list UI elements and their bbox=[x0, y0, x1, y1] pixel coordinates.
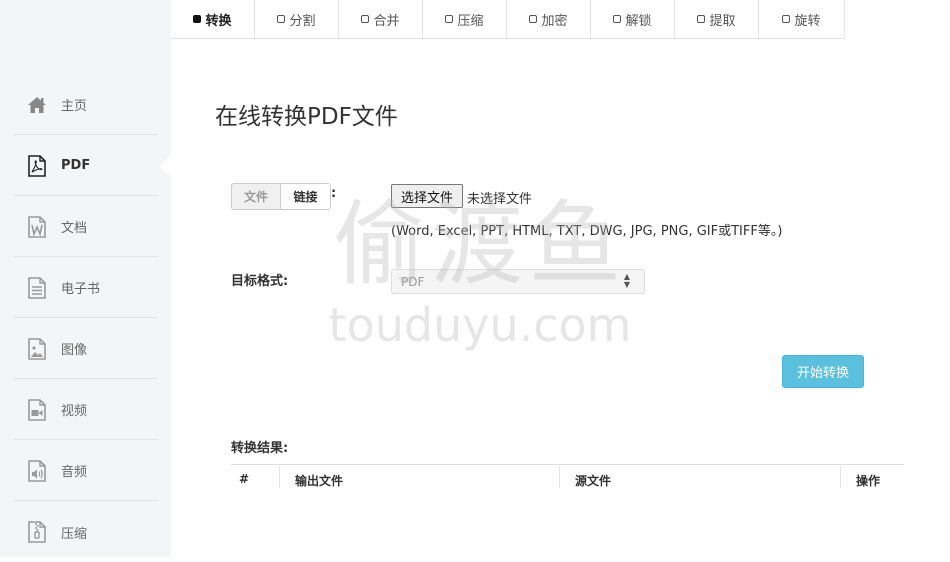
checkbox-square-icon bbox=[613, 15, 622, 23]
sidebar-item-label: 电子书 bbox=[61, 282, 101, 297]
checkbox-square-icon bbox=[529, 15, 538, 23]
choose-file-button[interactable]: 选择文件 bbox=[391, 184, 463, 208]
video-file-icon bbox=[27, 398, 47, 421]
target-format-value: PDF bbox=[401, 275, 425, 289]
checkbox-square-icon bbox=[445, 15, 454, 23]
source-file-toggle[interactable]: 文件 bbox=[232, 184, 281, 209]
table-header-output: 输出文件 bbox=[295, 474, 344, 488]
sidebar-item-label: 音频 bbox=[61, 465, 88, 480]
tool-tabs: 转换 分割 合并 压缩 加密 解锁 提取 旋转 bbox=[171, 0, 845, 39]
audio-file-icon bbox=[27, 459, 47, 482]
checkbox-square-icon bbox=[697, 15, 706, 23]
checkbox-square-icon bbox=[361, 15, 370, 23]
watermark-en: touduyu.com bbox=[328, 298, 632, 352]
table-column-divider bbox=[559, 466, 560, 488]
result-label: 转换结果: bbox=[231, 441, 289, 456]
supported-formats-hint: (Word, Excel, PPT, HTML, TXT, DWG, JPG, … bbox=[391, 224, 783, 239]
sidebar-item-label: 文档 bbox=[61, 221, 88, 236]
sidebar-item-home[interactable]: 主页 bbox=[13, 75, 158, 135]
tab-rotate[interactable]: 旋转 bbox=[759, 0, 845, 38]
tab-merge[interactable]: 合并 bbox=[339, 0, 423, 38]
target-format-label: 目标格式: bbox=[231, 274, 289, 289]
tab-extract[interactable]: 提取 bbox=[675, 0, 759, 38]
source-link-toggle[interactable]: 链接 bbox=[281, 184, 330, 209]
sidebar-item-image[interactable]: 图像 bbox=[13, 319, 158, 379]
updown-arrows-icon: ▲ ▼ bbox=[623, 272, 630, 289]
source-colon: : bbox=[331, 186, 337, 201]
table-header-source: 源文件 bbox=[575, 474, 612, 488]
checkbox-square-icon bbox=[277, 15, 286, 23]
home-icon bbox=[27, 94, 47, 116]
file-status-text: 未选择文件 bbox=[467, 192, 533, 207]
sidebar-item-label: 压缩 bbox=[61, 526, 88, 542]
tab-unlock[interactable]: 解锁 bbox=[591, 0, 675, 38]
sidebar-item-label: 主页 bbox=[61, 99, 88, 114]
sidebar-item-label: 图像 bbox=[61, 343, 88, 358]
sidebar-item-compress[interactable]: 压缩 bbox=[13, 502, 158, 562]
sidebar-item-video[interactable]: 视频 bbox=[13, 380, 158, 440]
table-column-divider bbox=[279, 466, 280, 488]
tab-compress[interactable]: 压缩 bbox=[423, 0, 507, 38]
sidebar: 主页 PDF 文档 电子书 图像 视频 音频 压缩 bbox=[0, 0, 171, 557]
start-convert-button[interactable]: 开始转换 bbox=[782, 355, 864, 388]
target-format-select[interactable]: PDF ▲ ▼ bbox=[391, 269, 645, 294]
tab-convert[interactable]: 转换 bbox=[171, 0, 255, 38]
sidebar-item-pdf[interactable]: PDF bbox=[13, 136, 158, 196]
sidebar-item-label: 视频 bbox=[61, 404, 88, 419]
checkbox-square-icon bbox=[782, 15, 791, 23]
checkbox-square-icon bbox=[193, 15, 202, 23]
image-file-icon bbox=[27, 337, 47, 360]
tab-encrypt[interactable]: 加密 bbox=[507, 0, 591, 38]
table-column-divider bbox=[840, 466, 841, 488]
word-document-icon bbox=[27, 215, 47, 238]
result-table-border bbox=[231, 464, 904, 465]
page-title: 在线转换PDF文件 bbox=[215, 104, 398, 130]
sidebar-item-ebook[interactable]: 电子书 bbox=[13, 258, 158, 318]
table-header-index: # bbox=[239, 472, 250, 486]
ebook-icon bbox=[27, 276, 47, 299]
tab-split[interactable]: 分割 bbox=[255, 0, 339, 38]
table-header-action: 操作 bbox=[856, 474, 881, 488]
active-item-indicator bbox=[159, 155, 171, 177]
source-toggle: 文件 链接 bbox=[231, 183, 331, 210]
sidebar-item-label: PDF bbox=[61, 158, 91, 173]
sidebar-item-audio[interactable]: 音频 bbox=[13, 441, 158, 501]
zip-file-icon bbox=[27, 521, 47, 543]
sidebar-item-document[interactable]: 文档 bbox=[13, 197, 158, 257]
pdf-file-icon bbox=[27, 154, 47, 177]
